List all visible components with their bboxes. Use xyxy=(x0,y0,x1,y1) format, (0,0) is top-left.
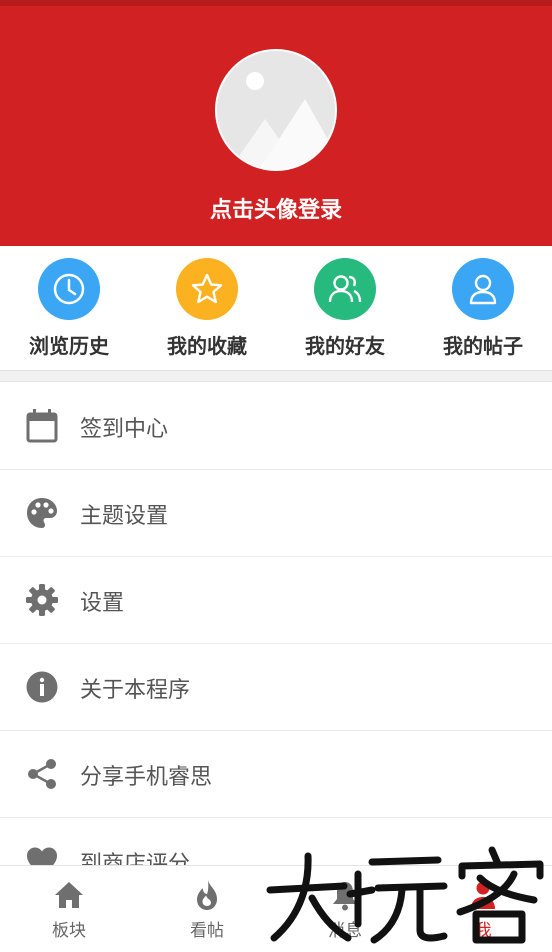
flame-icon xyxy=(190,878,224,912)
menu-item-checkin[interactable]: 签到中心 xyxy=(0,383,552,470)
home-icon xyxy=(52,878,86,912)
bell-icon xyxy=(328,878,362,912)
menu-item-settings[interactable]: 设置 xyxy=(0,557,552,644)
quick-item-history[interactable]: 浏览历史 xyxy=(0,246,138,370)
clock-icon xyxy=(38,258,100,320)
menu-item-theme[interactable]: 主题设置 xyxy=(0,470,552,557)
tab-label-posts: 看帖 xyxy=(190,921,224,941)
menu-label-theme: 主题设置 xyxy=(80,504,169,529)
me-icon xyxy=(466,878,500,912)
quick-label-history: 浏览历史 xyxy=(29,334,109,358)
profile-header: 点击头像登录 xyxy=(0,6,552,246)
settings-menu: 签到中心 主题设置 设置 关于本程序 分享手机睿思 到商店评分 xyxy=(0,383,552,905)
tab-messages[interactable]: 消息 xyxy=(276,866,414,952)
quick-item-favorites[interactable]: 我的收藏 xyxy=(138,246,276,370)
bottom-tab-bar: 板块 看帖 消息 我 xyxy=(0,865,552,952)
friends-icon xyxy=(314,258,376,320)
tab-label-me: 我 xyxy=(474,921,492,941)
menu-label-share: 分享手机睿思 xyxy=(80,765,213,790)
tab-label-boards: 板块 xyxy=(52,921,86,941)
quick-actions: 浏览历史 我的收藏 我的好友 我的帖子 xyxy=(0,246,552,370)
tab-boards[interactable]: 板块 xyxy=(0,866,138,952)
info-icon xyxy=(24,669,60,705)
quick-label-favorites: 我的收藏 xyxy=(167,334,247,358)
tab-label-messages: 消息 xyxy=(328,921,362,941)
avatar[interactable] xyxy=(215,49,337,171)
menu-item-about[interactable]: 关于本程序 xyxy=(0,644,552,731)
menu-label-settings: 设置 xyxy=(80,591,125,616)
quick-label-friends: 我的好友 xyxy=(305,334,385,358)
quick-item-friends[interactable]: 我的好友 xyxy=(276,246,414,370)
login-prompt[interactable]: 点击头像登录 xyxy=(0,192,552,224)
tab-me[interactable]: 我 xyxy=(414,866,552,952)
calendar-icon xyxy=(24,408,60,444)
image-placeholder-icon xyxy=(217,51,335,169)
section-divider xyxy=(0,370,552,382)
quick-label-posts: 我的帖子 xyxy=(443,334,523,358)
star-icon xyxy=(176,258,238,320)
palette-icon xyxy=(24,495,60,531)
menu-label-about: 关于本程序 xyxy=(80,678,191,703)
person-icon xyxy=(452,258,514,320)
tab-posts[interactable]: 看帖 xyxy=(138,866,276,952)
quick-item-posts[interactable]: 我的帖子 xyxy=(414,246,552,370)
menu-label-checkin: 签到中心 xyxy=(80,417,169,442)
gear-icon xyxy=(24,582,60,618)
menu-item-share[interactable]: 分享手机睿思 xyxy=(0,731,552,818)
share-icon xyxy=(24,756,60,792)
